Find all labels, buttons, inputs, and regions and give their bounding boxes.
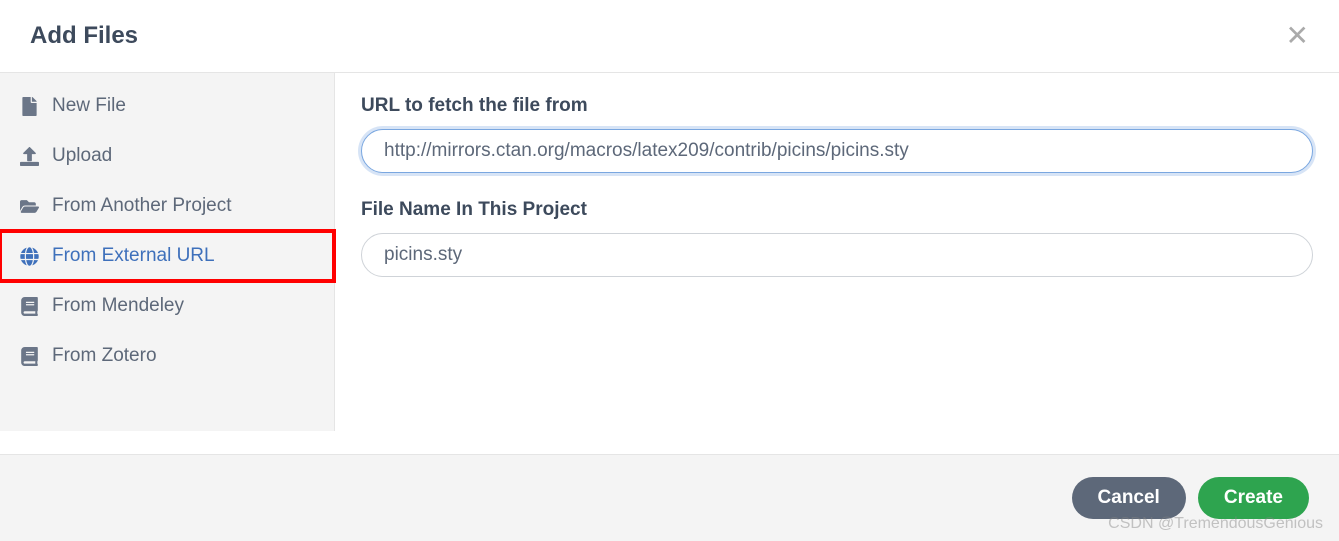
upload-icon bbox=[20, 147, 44, 166]
sidebar-item-label: From Zotero bbox=[52, 345, 157, 367]
create-button[interactable]: Create bbox=[1198, 477, 1309, 519]
filename-input[interactable] bbox=[361, 233, 1313, 277]
sidebar-item-label: From Another Project bbox=[52, 195, 232, 217]
file-icon bbox=[20, 97, 44, 116]
sidebar-item-label: From External URL bbox=[52, 245, 215, 267]
sidebar-item-new-file[interactable]: New File bbox=[0, 81, 334, 131]
sidebar-item-from-another-project[interactable]: From Another Project bbox=[0, 181, 334, 231]
url-field-label: URL to fetch the file from bbox=[361, 95, 1313, 117]
book-icon bbox=[20, 297, 44, 316]
modal-body: New File Upload From Another Project Fro… bbox=[0, 73, 1339, 431]
modal-footer: Cancel Create bbox=[0, 454, 1339, 541]
sidebar-item-from-mendeley[interactable]: From Mendeley bbox=[0, 281, 334, 331]
sidebar-item-upload[interactable]: Upload bbox=[0, 131, 334, 181]
sidebar-item-from-external-url[interactable]: From External URL bbox=[0, 231, 334, 281]
sidebar-item-label: New File bbox=[52, 95, 126, 117]
book-icon bbox=[20, 347, 44, 366]
main-panel: URL to fetch the file from File Name In … bbox=[335, 73, 1339, 431]
sidebar-item-label: From Mendeley bbox=[52, 295, 184, 317]
cancel-button[interactable]: Cancel bbox=[1072, 477, 1186, 519]
folder-open-icon bbox=[20, 197, 44, 216]
url-input[interactable] bbox=[361, 129, 1313, 173]
sidebar-item-from-zotero[interactable]: From Zotero bbox=[0, 331, 334, 381]
sidebar-item-label: Upload bbox=[52, 145, 112, 167]
modal-title: Add Files bbox=[30, 22, 138, 50]
filename-field-label: File Name In This Project bbox=[361, 199, 1313, 221]
sidebar: New File Upload From Another Project Fro… bbox=[0, 73, 335, 431]
globe-icon bbox=[20, 247, 44, 266]
modal-header: Add Files ✕ bbox=[0, 0, 1339, 73]
close-icon[interactable]: ✕ bbox=[1286, 22, 1309, 50]
